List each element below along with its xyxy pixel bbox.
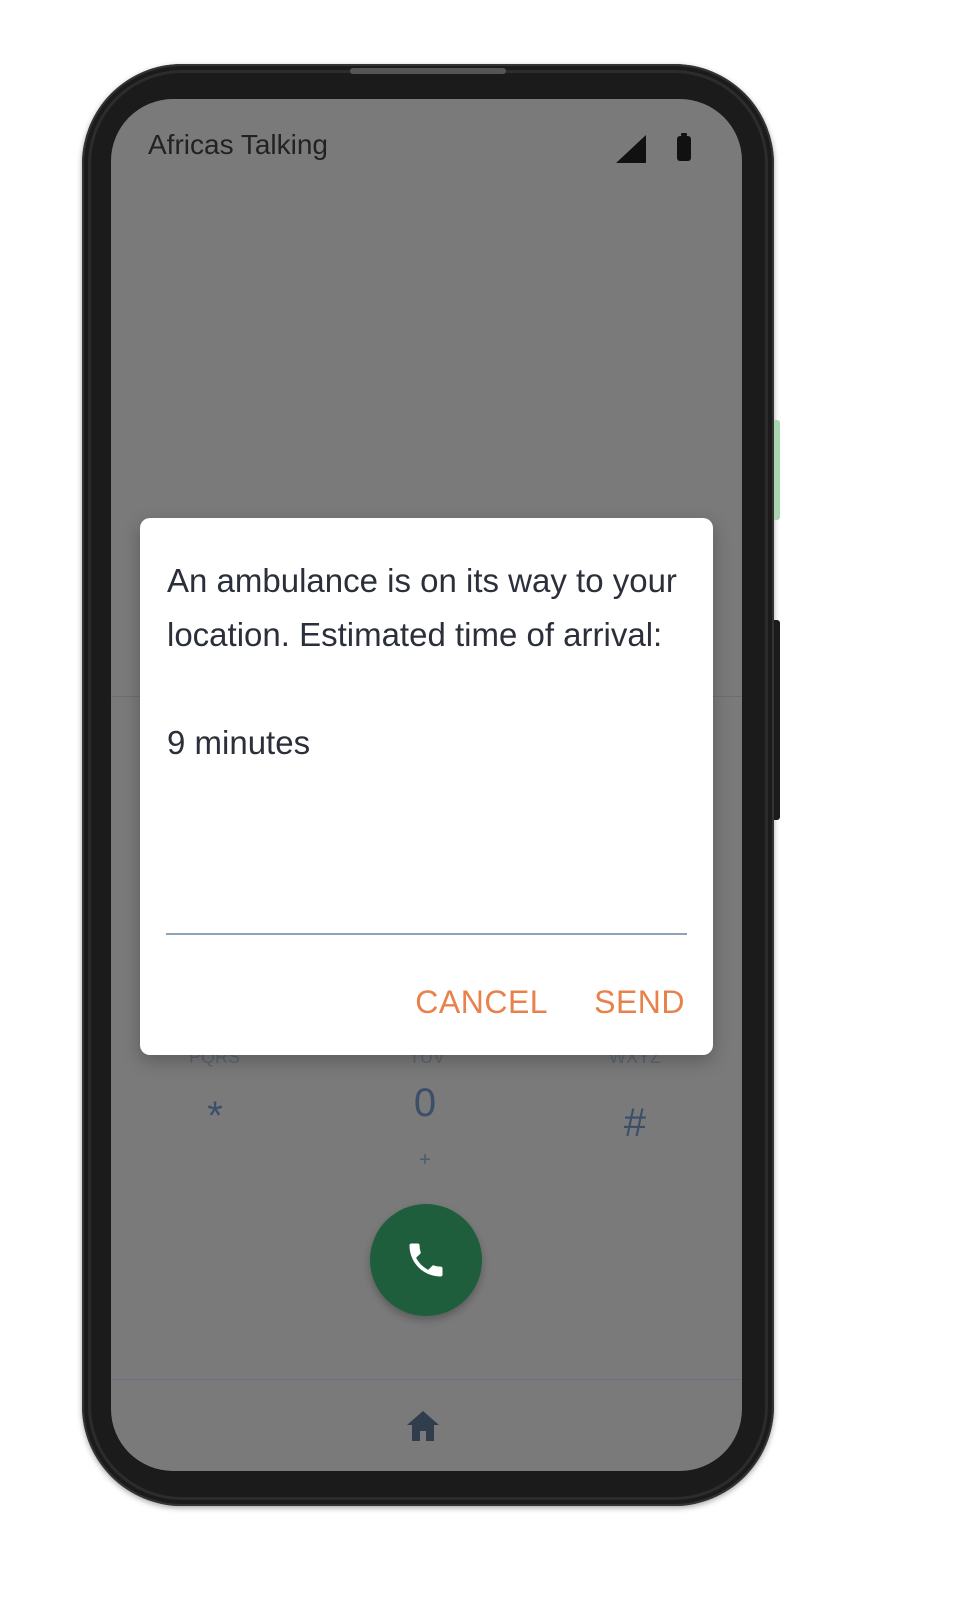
dialog-message: An ambulance is on its way to your locat… (167, 562, 677, 761)
status-bar: Africas Talking (111, 99, 742, 199)
side-button (774, 420, 780, 520)
call-button[interactable] (370, 1204, 482, 1316)
home-icon[interactable] (407, 1411, 439, 1441)
app-title: Africas Talking (148, 129, 329, 160)
dialpad-key-0-sub: + (419, 1149, 431, 1171)
dialpad-key-0[interactable]: 0 (385, 1081, 465, 1126)
nav-divider (111, 1379, 742, 1380)
speaker-grille (350, 68, 506, 74)
signal-icon (616, 135, 646, 163)
phone-icon (409, 1243, 443, 1277)
battery-icon (677, 133, 691, 161)
response-input[interactable] (166, 888, 691, 930)
dialpad-key-hash[interactable]: # (595, 1101, 675, 1146)
ussd-dialog: An ambulance is on its way to your locat… (140, 518, 713, 1055)
dialpad-key-star[interactable]: * (175, 1094, 255, 1139)
dialog-actions: CANCEL SEND (415, 984, 685, 1021)
page: Africas Talking PQRS TUV WXYZ * 0 + # An… (0, 0, 955, 1600)
send-button[interactable]: SEND (594, 984, 685, 1021)
input-underline (166, 933, 687, 935)
power-button (774, 620, 780, 820)
cancel-button[interactable]: CANCEL (415, 984, 548, 1021)
